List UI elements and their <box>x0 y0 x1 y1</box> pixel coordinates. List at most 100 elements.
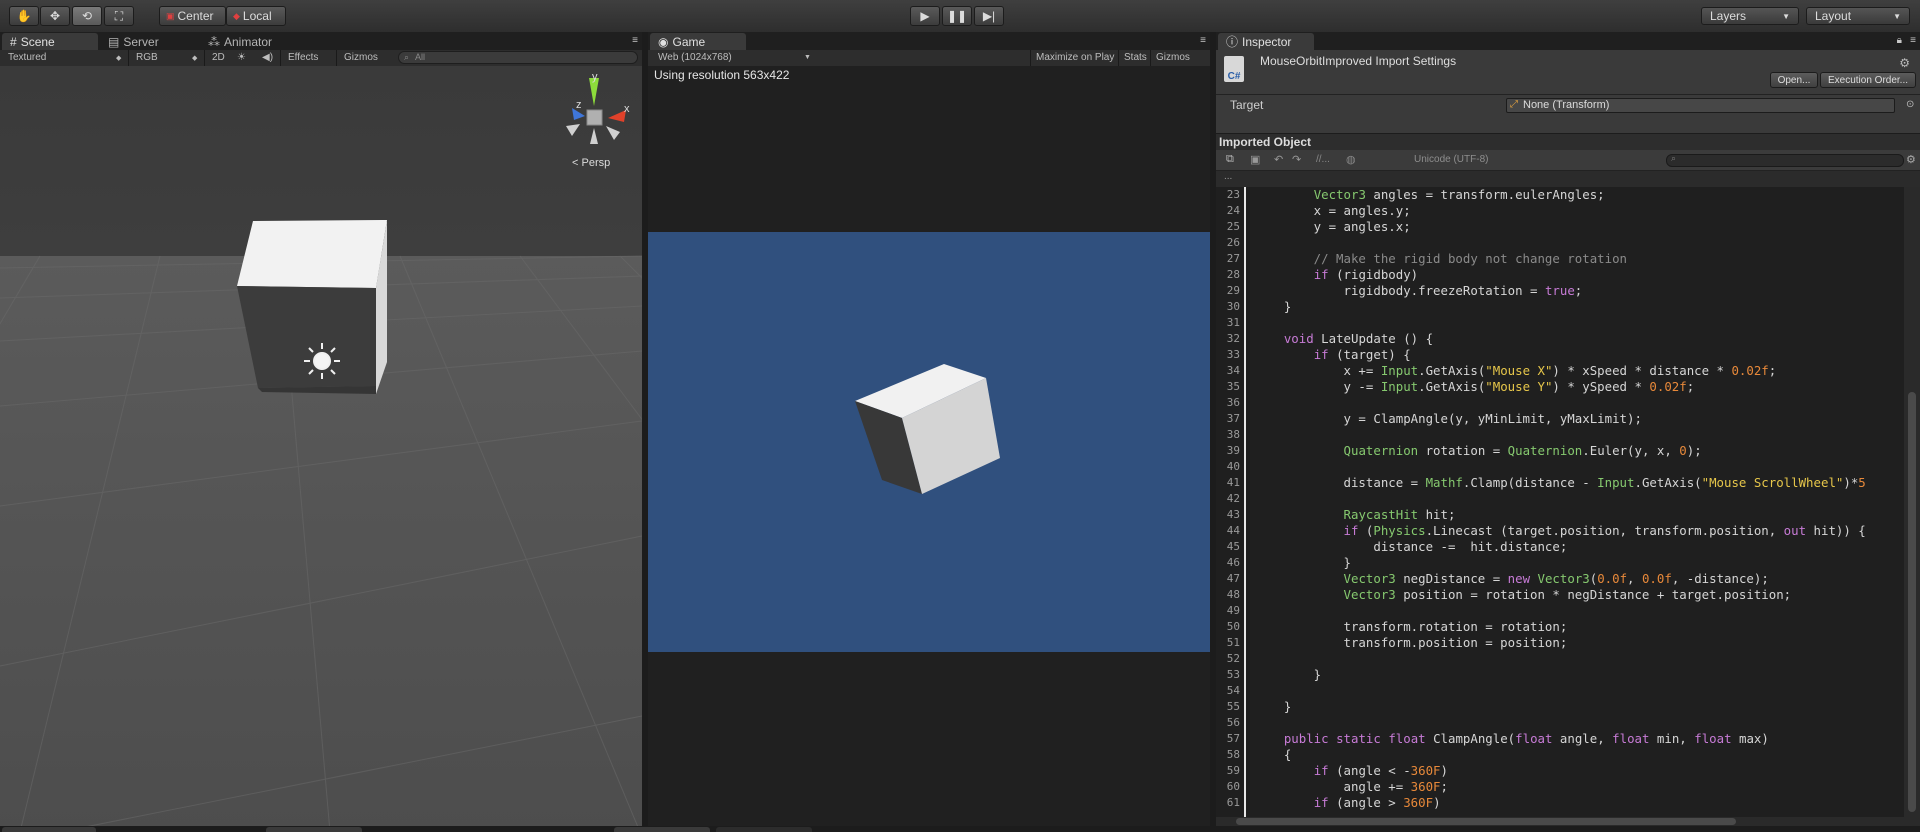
local-icon: ◆ <box>233 10 240 21</box>
search-placeholder: All <box>415 52 426 62</box>
line-number: 58 <box>1226 748 1240 761</box>
code-line: if (target) { <box>1313 347 1411 362</box>
transform-icon: ⤢ <box>1510 99 1518 110</box>
scale-tool-button[interactable]: ⛶ <box>104 6 134 26</box>
code-line: // Make the rigid body not change rotati… <box>1254 251 1627 266</box>
play-button[interactable]: ▶ <box>910 6 940 26</box>
game-control-bar: Web (1024x768) ▼ Maximize on Play Stats … <box>648 50 1210 67</box>
layers-dropdown[interactable]: Layers ▼ <box>1701 7 1799 25</box>
tab-animation[interactable] <box>716 827 812 832</box>
scene-viewport[interactable]: y x z < Persp <box>0 66 642 832</box>
gizmos-dropdown[interactable]: Gizmos <box>344 52 378 63</box>
step-icon: ▶| <box>982 9 996 23</box>
2d-toggle[interactable]: 2D <box>212 52 225 63</box>
effects-dropdown[interactable]: Effects <box>288 52 318 63</box>
globe-icon[interactable]: ◍ <box>1346 153 1356 166</box>
tab-project[interactable] <box>266 827 362 832</box>
code-line: } <box>1254 699 1292 714</box>
hand-icon: ✋ <box>16 9 32 23</box>
comment-button[interactable]: //... <box>1316 154 1330 165</box>
pause-button[interactable]: ❚❚ <box>942 6 972 26</box>
line-number: 45 <box>1226 540 1240 553</box>
code-line: transform.rotation = rotation; <box>1254 619 1568 634</box>
code-line: RaycastHit hit; <box>1343 507 1456 522</box>
hand-tool-button[interactable]: ✋ <box>9 6 39 26</box>
save-icon[interactable]: ▣ <box>1250 153 1260 166</box>
game-icon: ◉ <box>658 34 669 49</box>
resolution-dropdown[interactable]: Web (1024x768) <box>658 52 732 63</box>
line-number: 34 <box>1226 364 1240 377</box>
code-line: distance -= hit.distance; <box>1254 539 1568 554</box>
target-object-field[interactable]: ⤢ None (Transform) <box>1506 98 1895 113</box>
scene-tab-bar: # Scene ▤ Server ⁂ Animator ≡ <box>0 32 642 50</box>
step-button[interactable]: ▶| <box>974 6 1004 26</box>
pivot-local-button[interactable]: ◆ Local <box>226 6 286 26</box>
rotate-tool-button[interactable]: ⟲ <box>72 6 102 26</box>
grid-icon: # <box>10 34 17 49</box>
game-viewport[interactable]: Using resolution 563x422 <box>648 66 1210 832</box>
rotate-icon: ⟲ <box>81 9 93 23</box>
lock-icon[interactable]: 🔒︎ <box>1897 35 1902 46</box>
tab-scene[interactable]: # Scene <box>2 33 98 50</box>
line-number: 49 <box>1226 604 1240 617</box>
tab-scene-label: Scene <box>20 34 55 49</box>
lighting-toggle-icon[interactable]: ☀ <box>237 52 246 63</box>
tab-server[interactable]: ▤ Server <box>100 33 196 50</box>
code-line: angle += 360F; <box>1254 779 1448 794</box>
tab-console[interactable] <box>614 827 710 832</box>
pivot-center-button[interactable]: ▣ Center <box>159 6 226 26</box>
tab-inspector-label: Inspector <box>1242 34 1292 49</box>
line-number: 35 <box>1226 380 1240 393</box>
render-mode-dropdown[interactable]: RGB <box>136 52 158 63</box>
line-number: 40 <box>1226 460 1240 473</box>
stats-toggle[interactable]: Stats <box>1124 52 1147 63</box>
redo-icon[interactable]: ↷ <box>1292 153 1301 166</box>
settings-gear-icon[interactable]: ⚙ <box>1899 56 1910 70</box>
animator-icon: ⁂ <box>208 34 220 49</box>
line-number: 28 <box>1226 268 1240 281</box>
gizmo-z-label: z <box>576 99 582 111</box>
layers-label: Layers <box>1710 9 1747 23</box>
scene-search-input[interactable]: ⌕ All <box>398 51 638 64</box>
line-number: 23 <box>1226 188 1240 201</box>
code-horizontal-scrollbar[interactable] <box>1216 817 1920 826</box>
tab-hierarchy[interactable] <box>2 827 96 832</box>
layout-dropdown[interactable]: Layout ▼ <box>1806 7 1910 25</box>
code-editor[interactable]: 23 Vector3 angles = transform.eulerAngle… <box>1216 187 1904 817</box>
code-settings-gear-icon[interactable]: ⚙ <box>1906 153 1916 166</box>
tab-inspector[interactable]: ⓘ Inspector <box>1218 33 1314 50</box>
line-number: 56 <box>1226 716 1240 729</box>
line-number: 60 <box>1226 780 1240 793</box>
draw-mode-dropdown[interactable]: Textured <box>8 52 46 63</box>
tab-game-label: Game <box>672 34 706 49</box>
line-number: 30 <box>1226 300 1240 313</box>
external-editor-icon[interactable]: ⧉ <box>1226 153 1234 166</box>
panel-menu-icon[interactable]: ≡ <box>632 35 638 46</box>
line-number: 46 <box>1226 556 1240 569</box>
play-icon: ▶ <box>920 9 930 23</box>
hscrollbar-thumb[interactable] <box>1236 818 1736 825</box>
pause-icon: ❚❚ <box>946 9 968 23</box>
maximize-on-play-toggle[interactable]: Maximize on Play <box>1036 52 1114 63</box>
encoding-dropdown[interactable]: Unicode (UTF-8) <box>1414 154 1488 165</box>
code-line: y = angles.x; <box>1254 219 1411 234</box>
perspective-label[interactable]: < Persp <box>572 157 610 169</box>
scale-icon: ⛶ <box>114 8 124 23</box>
tab-game[interactable]: ◉ Game <box>650 33 746 50</box>
game-gizmos-toggle[interactable]: Gizmos <box>1156 52 1190 63</box>
open-button[interactable]: Open... <box>1770 72 1818 88</box>
tab-animator[interactable]: ⁂ Animator <box>200 33 300 50</box>
undo-icon[interactable]: ↶ <box>1274 153 1283 166</box>
panel-menu-icon[interactable]: ≡ <box>1200 35 1206 46</box>
bottom-panel-strip <box>0 826 1920 832</box>
audio-toggle-icon[interactable]: ◀) <box>262 52 273 63</box>
object-picker-icon[interactable]: ⊙ <box>1906 99 1914 110</box>
scrollbar-thumb[interactable] <box>1908 392 1916 812</box>
line-number: 48 <box>1226 588 1240 601</box>
code-search-input[interactable]: ⌕ <box>1666 153 1904 167</box>
code-vertical-scrollbar[interactable] <box>1904 187 1920 817</box>
panel-menu-icon[interactable]: ≡ <box>1910 35 1916 46</box>
move-tool-button[interactable]: ✥ <box>40 6 70 26</box>
execution-order-button[interactable]: Execution Order... <box>1820 72 1916 88</box>
code-fold-bar: ... <box>1216 171 1920 187</box>
